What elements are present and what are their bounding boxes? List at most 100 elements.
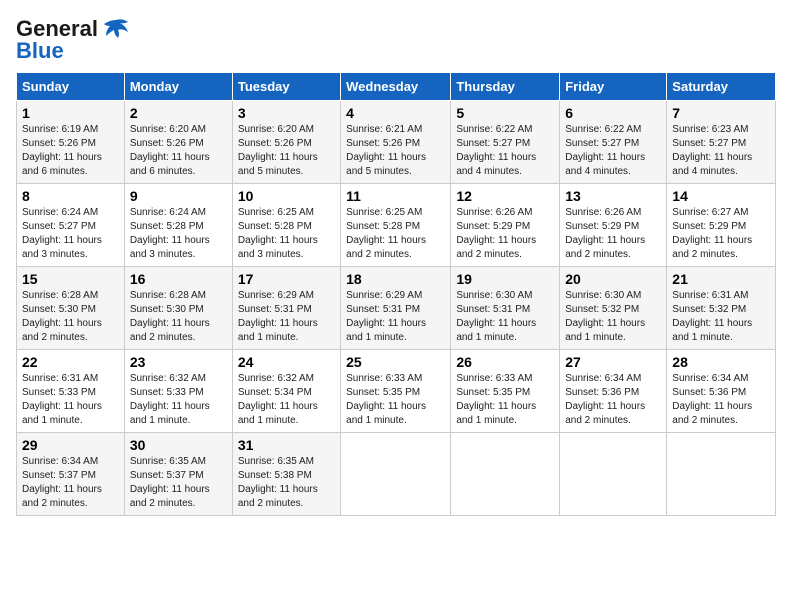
calendar-cell: 13 Sunrise: 6:26 AM Sunset: 5:29 PM Dayl… <box>560 184 667 267</box>
sunrise-label: Sunrise: 6:35 AM <box>238 456 314 467</box>
sunset-label: Sunset: 5:30 PM <box>22 304 96 315</box>
sunrise-label: Sunrise: 6:32 AM <box>130 373 206 384</box>
daylight-label: Daylight: 11 hours and 1 minute. <box>565 318 645 343</box>
sunset-label: Sunset: 5:33 PM <box>130 387 204 398</box>
sunrise-label: Sunrise: 6:26 AM <box>456 207 532 218</box>
day-number: 17 <box>238 271 335 287</box>
day-number: 20 <box>565 271 661 287</box>
calendar-cell: 19 Sunrise: 6:30 AM Sunset: 5:31 PM Dayl… <box>451 267 560 350</box>
day-number: 19 <box>456 271 554 287</box>
sunset-label: Sunset: 5:29 PM <box>456 221 530 232</box>
sunset-label: Sunset: 5:35 PM <box>346 387 420 398</box>
calendar-cell <box>451 433 560 516</box>
sunset-label: Sunset: 5:29 PM <box>672 221 746 232</box>
day-info: Sunrise: 6:30 AM Sunset: 5:31 PM Dayligh… <box>456 289 554 345</box>
sunset-label: Sunset: 5:31 PM <box>238 304 312 315</box>
sunrise-label: Sunrise: 6:35 AM <box>130 456 206 467</box>
sunset-label: Sunset: 5:34 PM <box>238 387 312 398</box>
calendar-cell: 1 Sunrise: 6:19 AM Sunset: 5:26 PM Dayli… <box>17 101 125 184</box>
sunset-label: Sunset: 5:29 PM <box>565 221 639 232</box>
day-info: Sunrise: 6:23 AM Sunset: 5:27 PM Dayligh… <box>672 123 770 179</box>
sunset-label: Sunset: 5:32 PM <box>565 304 639 315</box>
sunrise-label: Sunrise: 6:22 AM <box>565 124 641 135</box>
daylight-label: Daylight: 11 hours and 3 minutes. <box>22 235 102 260</box>
calendar-cell: 25 Sunrise: 6:33 AM Sunset: 5:35 PM Dayl… <box>341 350 451 433</box>
day-info: Sunrise: 6:26 AM Sunset: 5:29 PM Dayligh… <box>565 206 661 262</box>
column-header-tuesday: Tuesday <box>232 73 340 101</box>
calendar-cell: 30 Sunrise: 6:35 AM Sunset: 5:37 PM Dayl… <box>124 433 232 516</box>
calendar-cell: 16 Sunrise: 6:28 AM Sunset: 5:30 PM Dayl… <box>124 267 232 350</box>
day-info: Sunrise: 6:28 AM Sunset: 5:30 PM Dayligh… <box>22 289 119 345</box>
calendar-cell: 9 Sunrise: 6:24 AM Sunset: 5:28 PM Dayli… <box>124 184 232 267</box>
calendar-cell: 31 Sunrise: 6:35 AM Sunset: 5:38 PM Dayl… <box>232 433 340 516</box>
day-info: Sunrise: 6:31 AM Sunset: 5:32 PM Dayligh… <box>672 289 770 345</box>
day-number: 24 <box>238 354 335 370</box>
day-number: 3 <box>238 105 335 121</box>
calendar-cell: 22 Sunrise: 6:31 AM Sunset: 5:33 PM Dayl… <box>17 350 125 433</box>
day-number: 6 <box>565 105 661 121</box>
logo-blue-text: Blue <box>16 38 64 64</box>
calendar-cell: 5 Sunrise: 6:22 AM Sunset: 5:27 PM Dayli… <box>451 101 560 184</box>
calendar-cell: 29 Sunrise: 6:34 AM Sunset: 5:37 PM Dayl… <box>17 433 125 516</box>
sunset-label: Sunset: 5:30 PM <box>130 304 204 315</box>
daylight-label: Daylight: 11 hours and 2 minutes. <box>346 235 426 260</box>
day-number: 22 <box>22 354 119 370</box>
sunset-label: Sunset: 5:35 PM <box>456 387 530 398</box>
calendar-cell: 11 Sunrise: 6:25 AM Sunset: 5:28 PM Dayl… <box>341 184 451 267</box>
sunset-label: Sunset: 5:26 PM <box>238 138 312 149</box>
day-number: 5 <box>456 105 554 121</box>
day-info: Sunrise: 6:35 AM Sunset: 5:37 PM Dayligh… <box>130 455 227 511</box>
day-info: Sunrise: 6:35 AM Sunset: 5:38 PM Dayligh… <box>238 455 335 511</box>
daylight-label: Daylight: 11 hours and 2 minutes. <box>130 484 210 509</box>
daylight-label: Daylight: 11 hours and 2 minutes. <box>130 318 210 343</box>
day-info: Sunrise: 6:32 AM Sunset: 5:33 PM Dayligh… <box>130 372 227 428</box>
daylight-label: Daylight: 11 hours and 2 minutes. <box>456 235 536 260</box>
calendar-cell <box>667 433 776 516</box>
calendar-cell: 23 Sunrise: 6:32 AM Sunset: 5:33 PM Dayl… <box>124 350 232 433</box>
column-header-friday: Friday <box>560 73 667 101</box>
sunrise-label: Sunrise: 6:24 AM <box>22 207 98 218</box>
calendar-cell: 4 Sunrise: 6:21 AM Sunset: 5:26 PM Dayli… <box>341 101 451 184</box>
logo-bird-icon <box>102 18 130 40</box>
day-info: Sunrise: 6:30 AM Sunset: 5:32 PM Dayligh… <box>565 289 661 345</box>
sunrise-label: Sunrise: 6:24 AM <box>130 207 206 218</box>
sunrise-label: Sunrise: 6:34 AM <box>672 373 748 384</box>
day-info: Sunrise: 6:34 AM Sunset: 5:37 PM Dayligh… <box>22 455 119 511</box>
sunrise-label: Sunrise: 6:33 AM <box>456 373 532 384</box>
calendar-week-row: 15 Sunrise: 6:28 AM Sunset: 5:30 PM Dayl… <box>17 267 776 350</box>
calendar-cell: 10 Sunrise: 6:25 AM Sunset: 5:28 PM Dayl… <box>232 184 340 267</box>
calendar-cell: 14 Sunrise: 6:27 AM Sunset: 5:29 PM Dayl… <box>667 184 776 267</box>
calendar-cell: 17 Sunrise: 6:29 AM Sunset: 5:31 PM Dayl… <box>232 267 340 350</box>
column-header-sunday: Sunday <box>17 73 125 101</box>
sunset-label: Sunset: 5:26 PM <box>130 138 204 149</box>
day-number: 13 <box>565 188 661 204</box>
day-info: Sunrise: 6:34 AM Sunset: 5:36 PM Dayligh… <box>672 372 770 428</box>
daylight-label: Daylight: 11 hours and 5 minutes. <box>238 152 318 177</box>
day-info: Sunrise: 6:27 AM Sunset: 5:29 PM Dayligh… <box>672 206 770 262</box>
day-number: 30 <box>130 437 227 453</box>
day-info: Sunrise: 6:29 AM Sunset: 5:31 PM Dayligh… <box>238 289 335 345</box>
sunrise-label: Sunrise: 6:27 AM <box>672 207 748 218</box>
sunset-label: Sunset: 5:31 PM <box>346 304 420 315</box>
calendar-cell: 15 Sunrise: 6:28 AM Sunset: 5:30 PM Dayl… <box>17 267 125 350</box>
sunrise-label: Sunrise: 6:25 AM <box>346 207 422 218</box>
sunset-label: Sunset: 5:31 PM <box>456 304 530 315</box>
daylight-label: Daylight: 11 hours and 1 minute. <box>456 318 536 343</box>
calendar-cell: 24 Sunrise: 6:32 AM Sunset: 5:34 PM Dayl… <box>232 350 340 433</box>
sunset-label: Sunset: 5:27 PM <box>565 138 639 149</box>
sunset-label: Sunset: 5:28 PM <box>346 221 420 232</box>
daylight-label: Daylight: 11 hours and 2 minutes. <box>565 401 645 426</box>
daylight-label: Daylight: 11 hours and 1 minute. <box>672 318 752 343</box>
column-header-wednesday: Wednesday <box>341 73 451 101</box>
day-info: Sunrise: 6:24 AM Sunset: 5:27 PM Dayligh… <box>22 206 119 262</box>
sunset-label: Sunset: 5:36 PM <box>672 387 746 398</box>
daylight-label: Daylight: 11 hours and 6 minutes. <box>130 152 210 177</box>
sunrise-label: Sunrise: 6:34 AM <box>22 456 98 467</box>
daylight-label: Daylight: 11 hours and 2 minutes. <box>672 235 752 260</box>
daylight-label: Daylight: 11 hours and 1 minute. <box>346 401 426 426</box>
calendar-cell <box>560 433 667 516</box>
daylight-label: Daylight: 11 hours and 3 minutes. <box>238 235 318 260</box>
day-number: 26 <box>456 354 554 370</box>
day-number: 23 <box>130 354 227 370</box>
daylight-label: Daylight: 11 hours and 1 minute. <box>238 401 318 426</box>
